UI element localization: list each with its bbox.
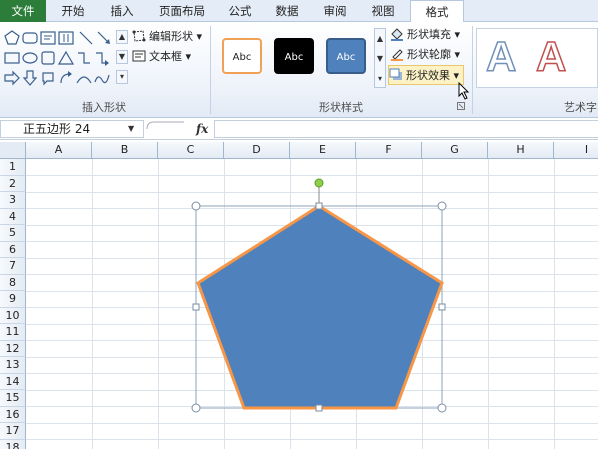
- tab-insert[interactable]: 插入: [100, 0, 144, 22]
- styles-more-icon[interactable]: ▾: [375, 69, 385, 89]
- rounded-rect-shape-icon[interactable]: [22, 30, 38, 46]
- wordart-sample-red[interactable]: A: [535, 33, 567, 81]
- edit-shape-icon: [132, 30, 146, 42]
- resize-handle-right[interactable]: [438, 303, 446, 311]
- curved-arrow-shape-icon[interactable]: [58, 70, 74, 86]
- ribbon-tab-bar: 文件 开始 插入 页面布局 公式 数据 审阅 视图 格式: [0, 0, 598, 23]
- tab-view[interactable]: 视图: [362, 0, 404, 22]
- resize-handle-bottom-left[interactable]: [191, 403, 201, 413]
- insert-shapes-group-label: 插入形状: [82, 101, 126, 114]
- shape-outline-button[interactable]: 形状轮廓 ▾: [390, 45, 460, 65]
- resize-handle-top[interactable]: [315, 202, 323, 210]
- line-shape-icon[interactable]: [78, 30, 94, 46]
- elbow-arrow-shape-icon[interactable]: [94, 50, 110, 66]
- formula-cancel-enter-icon: [146, 121, 184, 130]
- mouse-cursor-icon: [458, 82, 470, 100]
- ribbon: ▲ ▼ ▾ 编辑形状 ▾ 文本框 ▾ 插入形状 Abc Abc Abc ▲ ▼ …: [0, 22, 598, 118]
- rounded-square-shape-icon[interactable]: [40, 50, 56, 66]
- curve-shape-icon[interactable]: [76, 70, 92, 86]
- style-swatch-blue-fill[interactable]: Abc: [326, 38, 366, 74]
- oval-shape-icon[interactable]: [22, 50, 38, 66]
- resize-handle-top-left[interactable]: [191, 201, 201, 211]
- wordart-sample-outline[interactable]: A: [485, 33, 517, 81]
- tab-format[interactable]: 格式: [410, 0, 464, 23]
- shape-fill-button[interactable]: 形状填充 ▾: [390, 25, 460, 45]
- dialog-launcher-icon[interactable]: [457, 102, 465, 110]
- resize-handle-top-right[interactable]: [437, 201, 447, 211]
- right-arrow-shape-icon[interactable]: [4, 70, 20, 86]
- formula-input[interactable]: [214, 120, 598, 138]
- shape-effects-icon: [389, 68, 402, 80]
- styles-scroll-up-icon[interactable]: ▲: [375, 29, 385, 49]
- tab-formulas[interactable]: 公式: [220, 0, 260, 22]
- style-swatch-orange-outline[interactable]: Abc: [222, 38, 262, 74]
- insert-function-icon[interactable]: fx: [196, 120, 208, 138]
- tab-file[interactable]: 文件: [0, 0, 46, 22]
- name-box-dropdown-icon[interactable]: ▼: [128, 120, 134, 138]
- wordart-group-label: 艺术字: [564, 101, 597, 114]
- vertical-text-box-shape-icon[interactable]: [58, 30, 74, 46]
- pentagon-shape-icon[interactable]: [4, 30, 20, 46]
- style-swatch-black-fill[interactable]: Abc: [274, 38, 314, 74]
- formula-bar: 正五边形 24 ▼ fx: [0, 118, 598, 140]
- tab-review[interactable]: 审阅: [314, 0, 356, 22]
- rotation-handle[interactable]: [314, 178, 324, 188]
- name-box[interactable]: 正五边形 24: [0, 120, 144, 138]
- elbow-connector-shape-icon[interactable]: [76, 50, 92, 66]
- freeform-shape-icon[interactable]: [94, 70, 110, 86]
- text-box-button[interactable]: 文本框 ▾: [132, 47, 191, 67]
- resize-handle-left[interactable]: [192, 303, 200, 311]
- triangle-shape-icon[interactable]: [58, 50, 74, 66]
- tab-data[interactable]: 数据: [266, 0, 308, 22]
- text-box-icon: [132, 50, 146, 62]
- resize-handle-bottom-right[interactable]: [437, 403, 447, 413]
- gallery-more-icon[interactable]: ▾: [116, 70, 128, 84]
- gallery-scroll-up-icon[interactable]: ▲: [116, 30, 128, 44]
- down-arrow-shape-icon[interactable]: [22, 70, 38, 86]
- pentagon-shape[interactable]: [196, 204, 444, 410]
- gallery-scroll-down-icon[interactable]: ▼: [116, 50, 128, 64]
- shape-styles-group-label: 形状样式: [319, 101, 363, 114]
- shape-effects-button[interactable]: 形状效果 ▾: [388, 65, 465, 85]
- styles-scroll-down-icon[interactable]: ▼: [375, 49, 385, 69]
- rectangle-shape-icon[interactable]: [4, 50, 20, 66]
- shape-styles-scroll[interactable]: ▲ ▼ ▾: [374, 28, 386, 88]
- tab-page-layout[interactable]: 页面布局: [148, 0, 216, 22]
- pencil-outline-icon: [391, 49, 403, 61]
- resize-handle-bottom[interactable]: [315, 404, 323, 412]
- group-separator: [210, 26, 211, 114]
- paint-bucket-icon: [391, 28, 403, 41]
- pentagon-shape-layer: [191, 178, 447, 413]
- tab-home[interactable]: 开始: [50, 0, 96, 22]
- worksheet-grid[interactable]: A B C D E F G H I 1 2 3 4 5 6 7 8 9 10 1…: [0, 142, 598, 449]
- shapes-gallery[interactable]: ▲ ▼ ▾: [4, 28, 128, 90]
- text-box-shape-icon[interactable]: [40, 30, 56, 46]
- arrow-line-shape-icon[interactable]: [96, 30, 112, 46]
- edit-shape-button[interactable]: 编辑形状 ▾: [132, 27, 202, 47]
- group-separator: [472, 26, 473, 114]
- callout-shape-icon[interactable]: [40, 70, 56, 86]
